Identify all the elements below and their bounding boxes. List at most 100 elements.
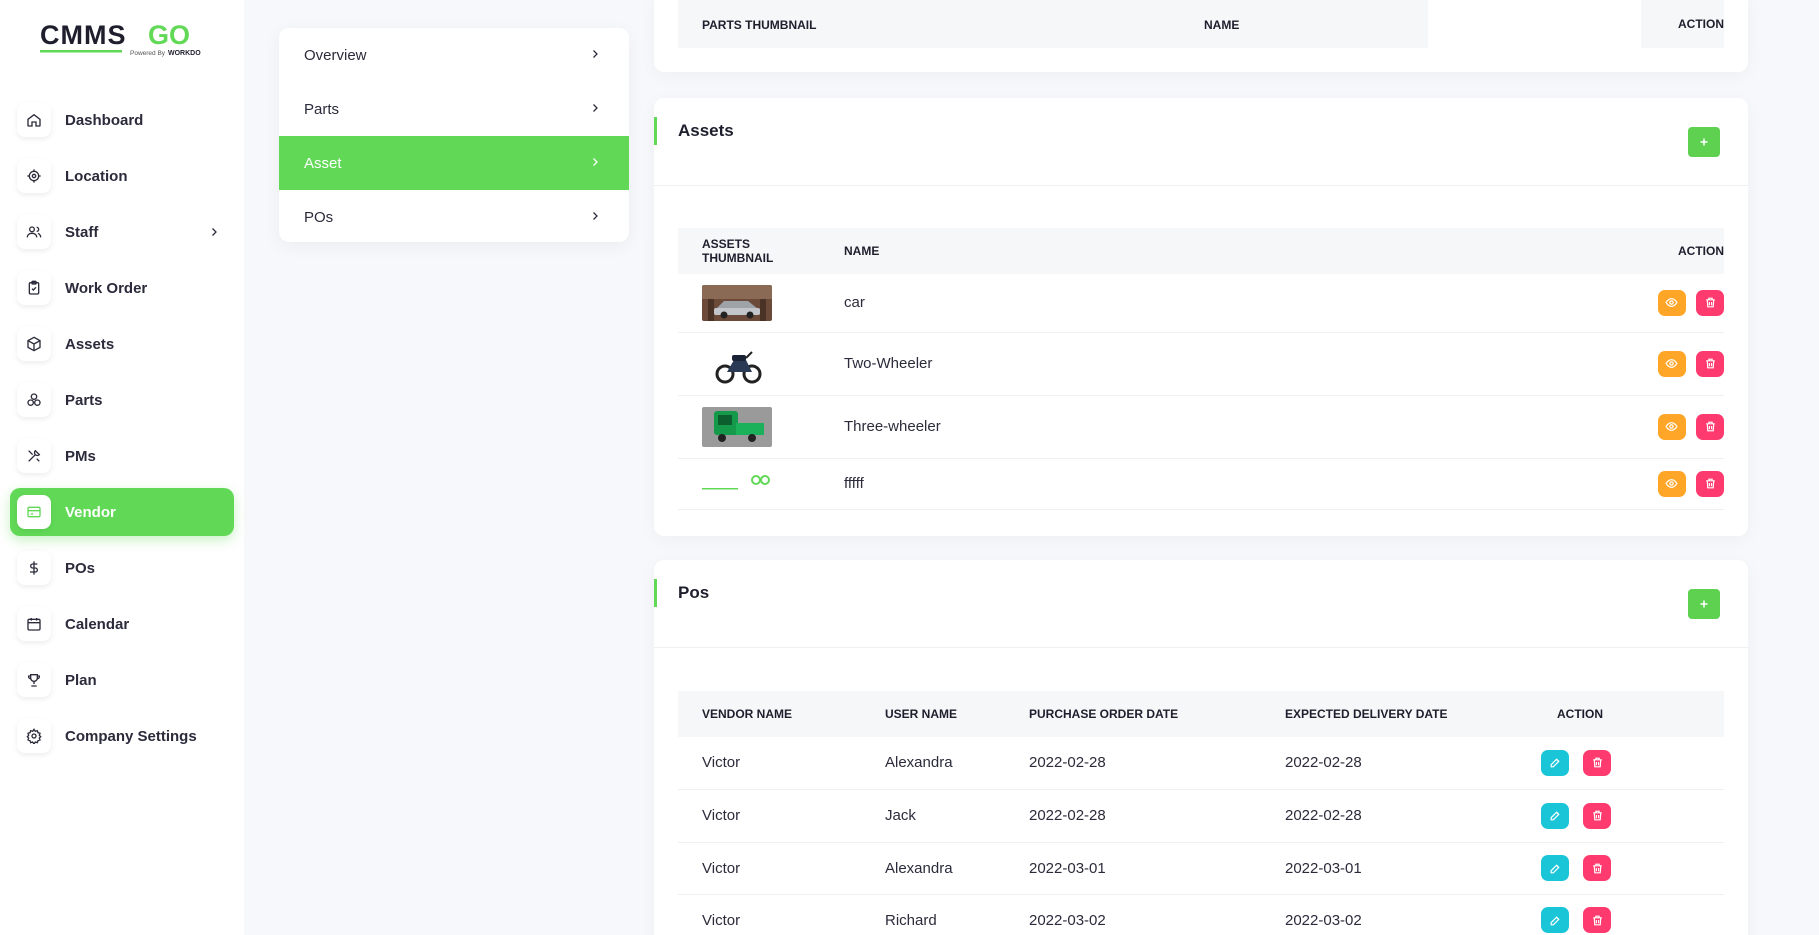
pos-card-title: Pos: [678, 583, 710, 602]
delete-button[interactable]: [1583, 749, 1612, 776]
chevron-right-icon: [589, 155, 601, 172]
assets-card-title: Assets: [678, 121, 734, 140]
tools-icon: [17, 439, 51, 473]
brand-logo[interactable]: CMMS GO Powered By WORKDO: [40, 18, 210, 62]
sidebar-item-vendor[interactable]: Vendor: [10, 488, 234, 536]
sidebar-item-parts[interactable]: Parts: [10, 376, 234, 424]
column-header: ACTION: [1604, 228, 1724, 274]
eye-icon: [1665, 359, 1678, 368]
edit-button[interactable]: [1541, 749, 1569, 776]
table-row: fffff: [678, 458, 1724, 510]
sidebar-item-pos[interactable]: POs: [10, 544, 234, 592]
pos-table-wrap: VENDOR NAME USER NAME PURCHASE ORDER DAT…: [678, 691, 1724, 935]
eye-icon: [1665, 422, 1678, 431]
add-po-button[interactable]: [1688, 589, 1720, 619]
column-header: PARTS THUMBNAIL: [702, 18, 817, 32]
submenu-item-overview[interactable]: Overview: [279, 28, 629, 82]
column-header: ASSETS THUMBNAIL: [678, 228, 820, 274]
delete-button[interactable]: [1696, 289, 1724, 316]
edit-button[interactable]: [1541, 802, 1569, 829]
trash-icon: [1705, 358, 1715, 369]
add-asset-button[interactable]: [1688, 127, 1720, 157]
column-header: NAME: [820, 228, 1604, 274]
sidebar-item-label: Vendor: [65, 503, 116, 521]
title-accent-bar: [654, 117, 657, 145]
motorcycle-thumbnail: [702, 341, 772, 386]
sidebar-item-plan[interactable]: Plan: [10, 656, 234, 704]
sidebar-item-dashboard[interactable]: Dashboard: [10, 96, 234, 144]
table-cell-actions: [1533, 737, 1724, 790]
trash-icon: [1592, 810, 1602, 821]
pos-card: Pos VENDOR NAME USER NAME PURCHASE ORDER…: [654, 560, 1748, 935]
eye-icon: [1665, 479, 1678, 488]
sidebar-item-assets[interactable]: Assets: [10, 320, 234, 368]
view-button[interactable]: [1657, 350, 1686, 377]
table-cell-actions: [1604, 274, 1724, 333]
submenu-item-parts[interactable]: Parts: [279, 82, 629, 136]
table-row: Victor Alexandra 2022-03-01 2022-03-01: [678, 842, 1724, 895]
delete-button[interactable]: [1696, 350, 1724, 377]
view-button[interactable]: [1657, 470, 1686, 497]
sidebar-item-staff[interactable]: Staff: [10, 208, 234, 256]
users-icon: [17, 215, 51, 249]
sidebar-item-label: POs: [65, 559, 96, 577]
column-header: EXPECTED DELIVERY DATE: [1261, 691, 1533, 737]
chevron-right-icon: [208, 225, 220, 243]
gear-icon: [17, 719, 51, 753]
trash-icon: [1705, 478, 1715, 489]
parts-table-header: PARTS THUMBNAIL NAME ACTION: [678, 0, 1724, 48]
view-button[interactable]: [1657, 289, 1686, 316]
edit-button[interactable]: [1541, 855, 1569, 881]
asset-name: Two-Wheeler: [820, 332, 1604, 396]
chevron-right-icon: [589, 101, 601, 118]
eye-icon: [1665, 298, 1678, 308]
box-icon: [17, 327, 51, 361]
po-date: 2022-02-28: [1005, 789, 1261, 843]
delete-button[interactable]: [1583, 907, 1612, 933]
sidebar-item-label: Staff: [65, 223, 99, 241]
user-name: Richard: [861, 894, 1005, 935]
po-date: 2022-03-02: [1005, 894, 1261, 935]
delete-button[interactable]: [1696, 413, 1724, 440]
vendor-name: Victor: [678, 894, 861, 935]
sidebar-item-company-settings[interactable]: Company Settings: [10, 712, 234, 760]
assets-card: Assets ASSETS THUMBNAIL NAME ACTION car …: [654, 98, 1748, 536]
sidebar-item-pms[interactable]: PMs: [10, 432, 234, 480]
sidebar-item-label: Plan: [65, 671, 97, 689]
rickshaw-thumbnail: [702, 406, 772, 447]
user-name: Alexandra: [861, 737, 1005, 790]
trash-icon: [1592, 757, 1602, 768]
delivery-date: 2022-03-02: [1261, 894, 1533, 935]
column-header: ACTION: [1678, 17, 1724, 31]
vendor-name: Victor: [678, 737, 861, 790]
submenu-item-pos[interactable]: POs: [279, 190, 629, 242]
view-button[interactable]: [1657, 413, 1686, 440]
logo-thumbnail: [702, 465, 772, 502]
delete-button[interactable]: [1583, 855, 1612, 881]
table-cell-actions: [1604, 332, 1724, 396]
sidebar-item-calendar[interactable]: Calendar: [10, 600, 234, 648]
sidebar-item-label: Work Order: [65, 279, 148, 297]
svg-text:WORKDO: WORKDO: [168, 50, 201, 57]
table-cell-actions: [1604, 458, 1724, 510]
dollar-icon: [17, 551, 51, 585]
delete-button[interactable]: [1696, 470, 1724, 497]
sidebar-item-location[interactable]: Location: [10, 152, 234, 200]
column-header: NAME: [1204, 18, 1240, 32]
asset-name: car: [820, 274, 1604, 333]
edit-icon: [1550, 811, 1560, 821]
delete-button[interactable]: [1583, 802, 1612, 829]
edit-button[interactable]: [1541, 907, 1569, 933]
sidebar-item-label: Company Settings: [65, 727, 197, 745]
vendor-name: Victor: [678, 842, 861, 895]
plus-icon: [1700, 600, 1708, 608]
table-row: Victor Richard 2022-03-02 2022-03-02: [678, 894, 1724, 935]
svg-text:GO: GO: [148, 20, 190, 50]
po-date: 2022-02-28: [1005, 737, 1261, 790]
title-accent-bar: [654, 579, 657, 607]
car-thumbnail: [702, 284, 772, 321]
submenu-item-label: Overview: [304, 46, 367, 64]
sidebar-item-work-order[interactable]: Work Order: [10, 264, 234, 312]
submenu-item-asset[interactable]: Asset: [279, 136, 629, 190]
table-row: Three-wheeler: [678, 395, 1724, 459]
